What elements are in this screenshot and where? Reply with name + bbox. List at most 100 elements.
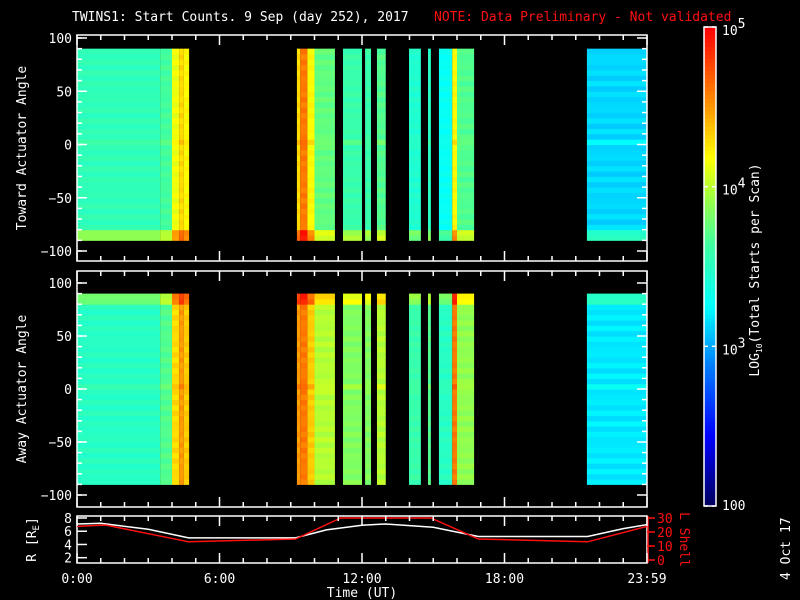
heatmap-cell (457, 139, 475, 145)
heatmap-cell (314, 181, 335, 188)
colorbar-cell (704, 450, 716, 455)
heatmap-cell (452, 426, 457, 432)
colorbar-cell (704, 98, 716, 104)
heatmap-cell (314, 176, 335, 183)
heatmap-cell (365, 410, 372, 416)
heatmap-cell (586, 59, 647, 66)
heatmap-cell (160, 176, 172, 183)
heatmap-cell (300, 171, 308, 177)
heatmap-cell (300, 64, 308, 71)
heatmap-cell (314, 208, 335, 215)
heatmap-cell (365, 298, 372, 305)
colorbar-cell (704, 198, 716, 204)
heatmap-cell (365, 330, 372, 337)
colorbar-cell (704, 138, 716, 144)
heatmap-cell (307, 187, 315, 193)
heatmap-cell (586, 447, 647, 454)
heatmap-cell (586, 399, 647, 406)
heatmap-cell (452, 96, 457, 103)
heatmap-cell (457, 473, 475, 480)
heatmap-cell (77, 341, 161, 348)
heatmap-cell (183, 410, 190, 416)
heatmap-cell (160, 346, 172, 353)
heatmap-cell (77, 224, 161, 231)
heatmap-cell (343, 123, 362, 130)
heatmap-cell (365, 75, 372, 82)
heatmap-cell (307, 176, 315, 183)
heatmap-cell (365, 320, 372, 326)
heatmap-cell (296, 394, 301, 401)
heatmap-cell (365, 357, 372, 363)
heatmap-cell (160, 341, 172, 348)
heatmap-cell (586, 144, 647, 151)
heatmap-cell (343, 389, 362, 395)
heatmap-cell (376, 336, 386, 342)
colorbar-cell (704, 146, 716, 152)
heatmap-cell (179, 133, 184, 140)
heatmap-cell (179, 415, 184, 422)
heatmap-cell (343, 69, 362, 76)
heatmap-cell (307, 123, 315, 130)
heatmap-cell (409, 53, 421, 60)
heatmap-cell (172, 410, 180, 416)
colorbar-cell (704, 294, 716, 300)
heatmap-cell (307, 69, 315, 76)
heatmap-cell (376, 96, 386, 103)
heatmap-cell (343, 394, 362, 401)
colorbar-cell (704, 390, 716, 395)
heatmap-cell (307, 149, 315, 156)
heatmap-cell (452, 229, 457, 236)
heatmap-cell (172, 133, 180, 140)
heatmap-cell (314, 213, 335, 220)
heatmap-cell (365, 133, 372, 140)
heatmap-cell (77, 336, 161, 342)
heatmap-cell (343, 219, 362, 225)
heatmap-cell (172, 160, 180, 167)
heatmap-cell (409, 463, 421, 469)
heatmap-cell (452, 59, 457, 66)
heatmap-cell (428, 85, 431, 92)
colorbar-cell (704, 442, 716, 447)
heatmap-cell (183, 341, 190, 348)
heatmap-cell (438, 351, 453, 358)
heatmap-cell (307, 80, 315, 87)
heatmap-cell (307, 53, 315, 60)
heatmap-cell (376, 235, 386, 241)
heatmap-cell (428, 176, 431, 183)
heatmap-cell (409, 346, 421, 353)
heatmap-cell (300, 155, 308, 161)
heatmap-cell (172, 69, 180, 76)
heatmap-cell (296, 192, 301, 199)
heatmap-cell (428, 452, 431, 459)
heatmap-cell (409, 224, 421, 231)
heatmap-cell (314, 80, 335, 87)
colorbar-cell (704, 462, 716, 467)
y-left-label: R [RE] (25, 517, 42, 562)
heatmap-cell (179, 213, 184, 220)
heatmap-cell (77, 91, 161, 98)
heatmap-cell (365, 80, 372, 87)
heatmap-cell (586, 336, 647, 342)
heatmap-cell (452, 473, 457, 480)
heatmap-cell (160, 325, 172, 332)
colorbar-cell (704, 178, 716, 184)
heatmap-cell (300, 436, 308, 443)
heatmap-cell (160, 229, 172, 236)
heatmap-cell (172, 224, 180, 231)
heatmap-cell (77, 420, 161, 427)
heatmap-cell (172, 85, 180, 92)
heatmap-cell (300, 325, 308, 332)
heatmap-cell (365, 399, 372, 406)
colorbar-tick-exp: 5 (738, 17, 746, 32)
heatmap-cell (457, 117, 475, 124)
heatmap-cell (307, 59, 315, 66)
heatmap-cell (457, 330, 475, 337)
heatmap-cell (77, 117, 161, 124)
heatmap-cell (307, 346, 315, 353)
colorbar-cell (704, 426, 716, 431)
heatmap-cell (438, 229, 453, 236)
heatmap-cell (307, 235, 315, 241)
heatmap-cell (438, 213, 453, 220)
heatmap-cell (160, 224, 172, 231)
heatmap-cell (183, 420, 190, 427)
